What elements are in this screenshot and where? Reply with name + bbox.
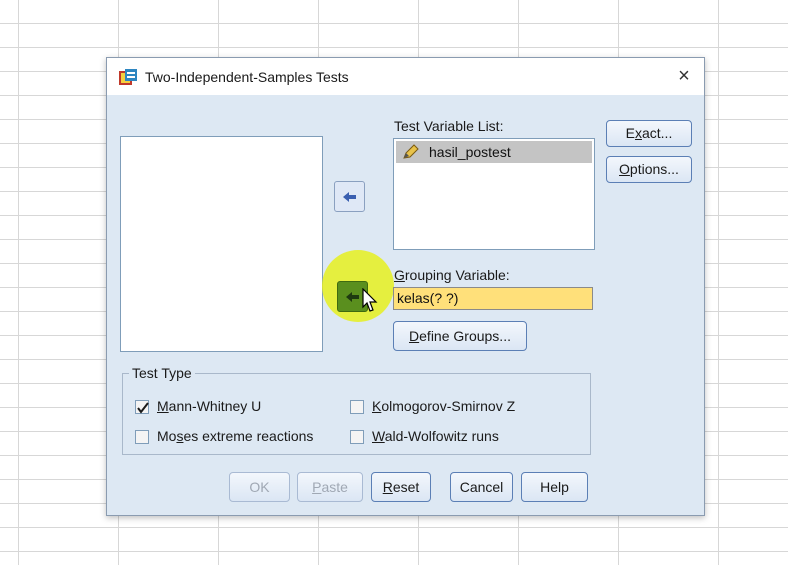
mann-whitney-label: Mann-Whitney U [157,398,262,414]
cancel-button[interactable]: Cancel [450,472,513,502]
dialog-titlebar: Two-Independent-Samples Tests × [107,58,704,95]
grouping-variable-field[interactable]: kelas(? ?) [393,287,593,310]
mann-whitney-checkbox[interactable] [135,400,149,414]
move-arrow-icon [343,192,356,202]
paste-button[interactable]: Paste [297,472,363,502]
source-variable-list[interactable] [120,136,323,352]
grouping-variable-label: Grouping Variable: [394,267,510,283]
spss-dialog-icon [118,68,138,86]
dialog-title: Two-Independent-Samples Tests [145,69,349,85]
move-to-test-list-button[interactable] [334,181,365,212]
test-type-title: Test Type [129,365,195,381]
reset-button[interactable]: Reset [371,472,431,502]
wald-wolfowitz-checkbox[interactable] [350,430,364,444]
scale-variable-pencil-icon [402,144,420,160]
define-groups-button[interactable]: Define Groups... [393,321,527,351]
test-variable-list-label: Test Variable List: [394,118,504,134]
kolmogorov-smirnov-label: Kolmogorov-Smirnov Z [372,398,516,414]
test-variable-list[interactable]: hasil_postest [393,138,595,250]
ok-button[interactable]: OK [229,472,290,502]
moses-extreme-label: Moses extreme reactions [157,428,314,444]
help-button[interactable]: Help [521,472,588,502]
kolmogorov-smirnov-checkbox[interactable] [350,400,364,414]
exact-button[interactable]: Exact... [606,120,692,147]
moses-extreme-checkbox[interactable] [135,430,149,444]
close-icon[interactable]: × [671,64,697,88]
variable-name: hasil_postest [429,144,511,160]
checkmark-icon [137,402,149,414]
wald-wolfowitz-label: Wald-Wolfowitz runs [372,428,499,444]
options-button[interactable]: Options... [606,156,692,183]
list-item[interactable]: hasil_postest [396,141,592,163]
mouse-pointer-icon [362,288,378,312]
two-independent-samples-dialog: Two-Independent-Samples Tests × Test Var… [106,57,705,516]
